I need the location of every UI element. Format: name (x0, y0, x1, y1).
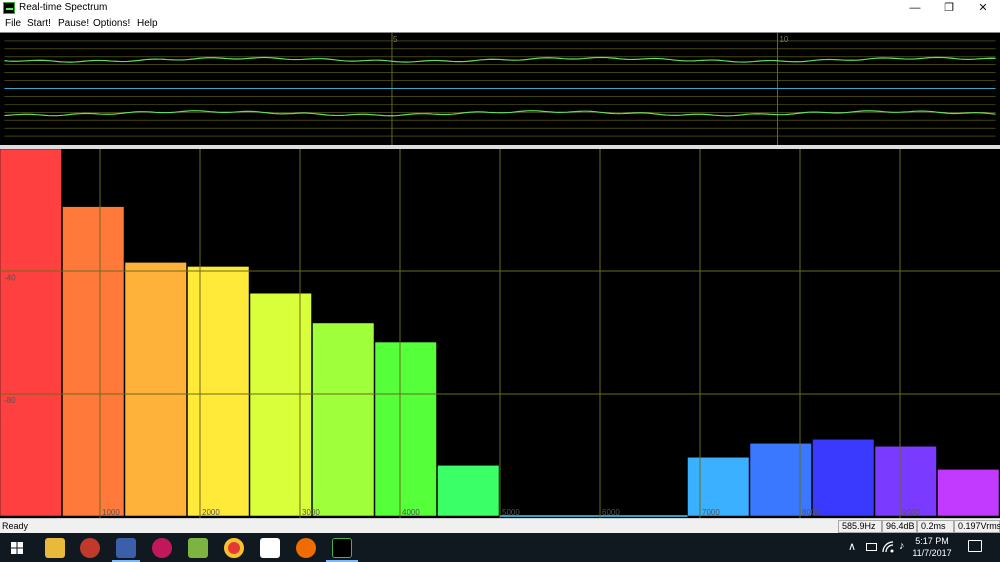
chrome-icon[interactable] (224, 538, 244, 558)
store-icon[interactable] (260, 538, 280, 558)
frequency-tick-label: 5000 (502, 508, 520, 517)
spectrum-bar (187, 266, 250, 517)
frequency-tick-label: 9000 (902, 508, 920, 517)
spectrum-chart: 1000 2000 3000 4000 5000 6000 7000 8000 9000 -40… (0, 149, 1000, 518)
spectrum-bar (437, 465, 500, 517)
spectrum-app-taskbar-icon[interactable] (332, 538, 352, 558)
spectrum-bar (124, 262, 187, 517)
clock-date[interactable]: 11/7/2017 (907, 548, 957, 558)
spectrum-bar (374, 341, 437, 517)
frequency-tick-label: 4000 (402, 508, 420, 517)
clock-time[interactable]: 5:17 PM (912, 536, 952, 546)
frequency-tick-label: 1000 (102, 508, 120, 517)
spectrum-bar (0, 149, 62, 517)
spectrum-bar (874, 446, 937, 517)
menu-help[interactable]: Help (137, 18, 158, 29)
rms-readout: 0.197Vrms (954, 520, 1000, 533)
flame-app-icon[interactable] (80, 538, 100, 558)
frequency-readout: 585.9Hz (838, 520, 882, 533)
spectrum-bar (249, 292, 312, 517)
taskbar: ∧ ♪ 5:17 PM 11/7/2017 (0, 533, 1000, 562)
level-tick-label: -80 (4, 396, 16, 405)
frequency-tick-label: 8000 (802, 508, 820, 517)
tray-chevron-icon[interactable]: ∧ (848, 540, 856, 553)
menu-options[interactable]: Options! (93, 18, 130, 29)
window-title: Real-time Spectrum (19, 2, 108, 13)
monitor-app-icon[interactable] (116, 538, 136, 558)
status-text: Ready (2, 521, 29, 531)
battery-icon[interactable] (866, 543, 877, 551)
menu-bar: File Start! Pause! Options! Help (0, 16, 1000, 32)
spectrum-bar (749, 443, 812, 517)
oscilloscope-panel: 5 10 (0, 32, 1000, 145)
frequency-tick-label: 2000 (202, 508, 220, 517)
spectrum-bar (937, 469, 1000, 517)
frequency-tick-label: 3000 (302, 508, 320, 517)
menu-file[interactable]: File (5, 18, 21, 29)
title-bar: Real-time Spectrum — ❐ ✕ (0, 0, 1000, 16)
spectrum-bar (812, 439, 875, 517)
status-bar: Ready 585.9Hz 96.4dB 0.2ms 0.197Vrms (0, 518, 1000, 533)
menu-start[interactable]: Start! (27, 18, 51, 29)
level-tick-label: -40 (4, 274, 16, 283)
app-icon (3, 2, 15, 14)
minimize-button[interactable]: — (898, 0, 932, 16)
scope-time-tick: 10 (780, 35, 789, 44)
network-icon[interactable] (882, 541, 894, 553)
close-button[interactable]: ✕ (966, 0, 1000, 16)
spectrum-bar (312, 322, 375, 517)
latency-readout: 0.2ms (917, 520, 954, 533)
file-explorer-icon[interactable] (45, 538, 65, 558)
restore-button[interactable]: ❐ (932, 0, 966, 16)
windows-start-icon[interactable] (11, 542, 23, 554)
volume-icon[interactable]: ♪ (899, 540, 905, 552)
notification-icon[interactable] (968, 540, 982, 552)
level-readout: 96.4dB (882, 520, 917, 533)
menu-pause[interactable]: Pause! (58, 18, 89, 29)
notepad-app-icon[interactable] (188, 538, 208, 558)
spectrum-bar (62, 206, 125, 517)
frequency-tick-label: 6000 (602, 508, 620, 517)
scope-time-tick: 5 (393, 35, 398, 44)
frequency-tick-label: 7000 (702, 508, 720, 517)
firefox-icon[interactable] (296, 538, 316, 558)
media-app-icon[interactable] (152, 538, 172, 558)
